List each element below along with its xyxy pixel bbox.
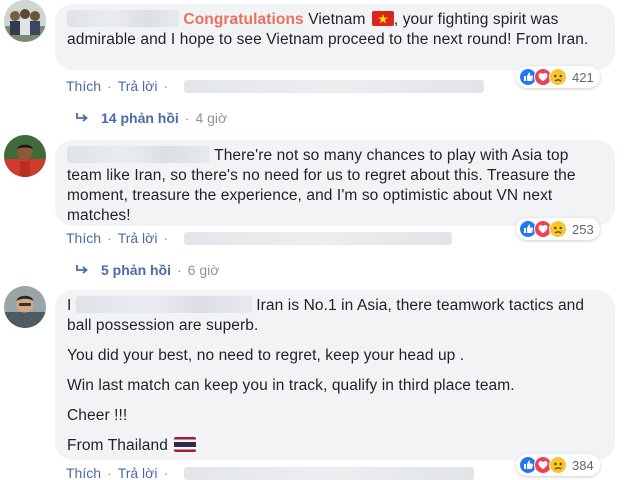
- comment-actions: Thích · Trả lời ·: [66, 465, 475, 480]
- reaction-count: 253: [572, 221, 594, 237]
- blurred-meta: [184, 231, 453, 245]
- comment-bubble: There're not so many chances to play wit…: [55, 140, 615, 226]
- comment-text: You did your best, no need to regret, ke…: [67, 347, 465, 364]
- comment-text: From Thailand: [67, 436, 603, 456]
- avatar[interactable]: [4, 135, 46, 177]
- reaction-summary[interactable]: 253: [516, 218, 600, 240]
- replies-count[interactable]: 14 phản hồi: [101, 110, 179, 126]
- comment-actions: Thích · Trả lời ·: [66, 230, 453, 246]
- blurred-meta: [184, 79, 485, 93]
- comment-feed: Congratulations Vietnam , your fighting …: [0, 0, 640, 480]
- sad-reaction-icon: [549, 220, 567, 238]
- user-photo-icon: [4, 286, 46, 328]
- reply-timestamp: 4 giờ: [195, 110, 228, 126]
- comment-text: Congratulations Vietnam , your fighting …: [67, 10, 589, 48]
- like-link[interactable]: Thích: [66, 78, 101, 94]
- user-photo-icon: [4, 135, 46, 177]
- avatar[interactable]: [4, 286, 46, 328]
- comment-bubble: I Iran is No.1 in Asia, there teamwork t…: [55, 290, 615, 460]
- reply-link[interactable]: Trả lời: [118, 78, 158, 94]
- reaction-summary[interactable]: 384: [516, 454, 600, 476]
- blurred-author: [67, 146, 210, 163]
- reaction-summary[interactable]: 421: [516, 66, 600, 88]
- reaction-count: 384: [572, 457, 594, 473]
- reply-arrow-icon: [76, 265, 88, 274]
- replies-count[interactable]: 5 phản hồi: [101, 262, 171, 278]
- comment-text: I Iran is No.1 in Asia, there teamwork t…: [67, 296, 585, 334]
- group-photo-icon: [4, 0, 46, 42]
- reply-arrow-icon: [76, 113, 88, 122]
- sad-reaction-icon: [549, 68, 567, 86]
- view-replies-link[interactable]: 14 phản hồi · 4 giờ: [75, 110, 227, 126]
- comment-text: There're not so many chances to play wit…: [67, 146, 576, 224]
- comment-bubble: Congratulations Vietnam , your fighting …: [55, 4, 615, 70]
- avatar[interactable]: [4, 0, 46, 42]
- blurred-meta: [184, 466, 475, 480]
- comment-text: Win last match can keep you in track, qu…: [67, 377, 515, 394]
- comment-actions: Thích · Trả lời ·: [66, 78, 485, 94]
- blurred-author: [67, 10, 179, 27]
- highlight-text: Congratulations: [183, 11, 304, 28]
- comment-text: Cheer !!!: [67, 407, 128, 424]
- reaction-count: 421: [572, 69, 594, 85]
- reply-link[interactable]: Trả lời: [118, 230, 158, 246]
- sad-reaction-icon: [549, 456, 567, 474]
- thailand-flag-icon: [174, 437, 197, 452]
- reply-link[interactable]: Trả lời: [118, 465, 158, 480]
- view-replies-link[interactable]: 5 phản hồi · 6 giờ: [75, 262, 219, 278]
- like-link[interactable]: Thích: [66, 465, 101, 480]
- vietnam-flag-icon: [371, 11, 394, 26]
- reply-timestamp: 6 giờ: [187, 262, 220, 278]
- like-link[interactable]: Thích: [66, 230, 101, 246]
- blurred-author: [75, 296, 252, 313]
